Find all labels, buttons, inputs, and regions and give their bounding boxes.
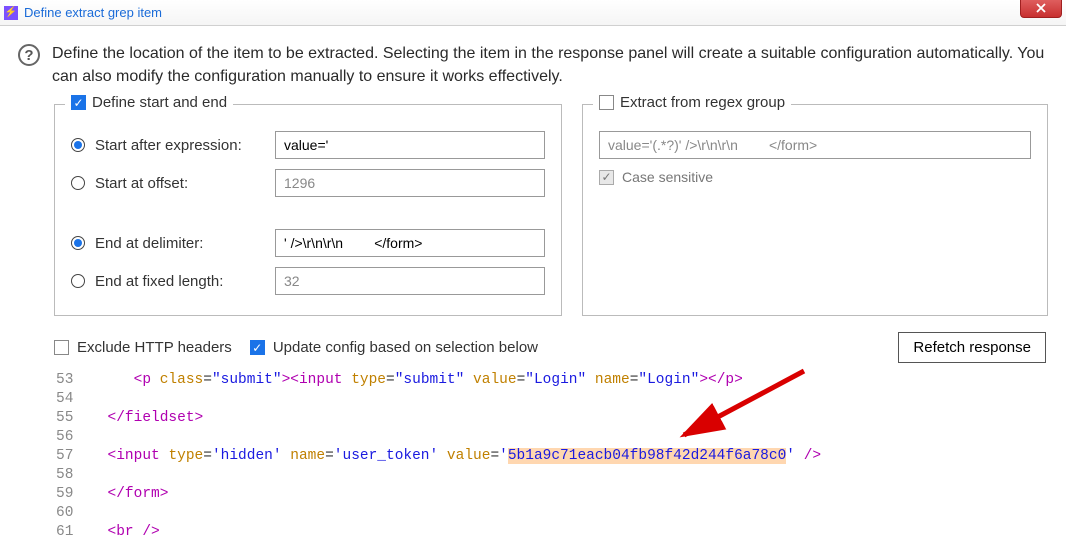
define-start-end-legend: Define start and end — [92, 94, 227, 111]
start-offset-label: Start at offset: — [95, 175, 265, 192]
description-text: Define the location of the item to be ex… — [52, 42, 1048, 88]
end-fixed-radio[interactable] — [71, 274, 85, 288]
response-panel[interactable]: 535455565758596061 <p class="submit"><in… — [54, 371, 1048, 542]
exclude-headers-checkbox[interactable] — [54, 340, 69, 355]
app-icon: ⚡ — [4, 6, 18, 20]
close-icon — [1036, 3, 1046, 13]
end-delim-input[interactable] — [275, 229, 545, 257]
end-delim-radio[interactable] — [71, 236, 85, 250]
line-gutter: 535455565758596061 — [54, 371, 81, 542]
end-delim-label: End at delimiter: — [95, 235, 265, 252]
end-fixed-label: End at fixed length: — [95, 273, 265, 290]
define-start-end-checkbox[interactable] — [71, 95, 86, 110]
end-fixed-input[interactable] — [275, 267, 545, 295]
case-sensitive-checkbox[interactable] — [599, 170, 614, 185]
window-title: Define extract grep item — [24, 5, 162, 20]
regex-legend: Extract from regex group — [620, 94, 785, 111]
info-icon: ? — [18, 44, 40, 66]
titlebar: ⚡ Define extract grep item — [0, 0, 1066, 26]
update-config-label: Update config based on selection below — [273, 339, 538, 356]
code-content[interactable]: <p class="submit"><input type="submit" v… — [81, 371, 821, 542]
refetch-button[interactable]: Refetch response — [898, 332, 1046, 363]
start-after-radio[interactable] — [71, 138, 85, 152]
start-after-label: Start after expression: — [95, 137, 265, 154]
start-offset-input[interactable] — [275, 169, 545, 197]
start-offset-radio[interactable] — [71, 176, 85, 190]
case-sensitive-label: Case sensitive — [622, 169, 713, 185]
regex-panel: Extract from regex group Case sensitive — [582, 104, 1048, 316]
update-config-checkbox[interactable] — [250, 340, 265, 355]
define-start-end-panel: Define start and end Start after express… — [54, 104, 562, 316]
exclude-headers-label: Exclude HTTP headers — [77, 339, 232, 356]
regex-input[interactable] — [599, 131, 1031, 159]
start-after-input[interactable] — [275, 131, 545, 159]
close-button[interactable] — [1020, 0, 1062, 18]
regex-checkbox[interactable] — [599, 95, 614, 110]
